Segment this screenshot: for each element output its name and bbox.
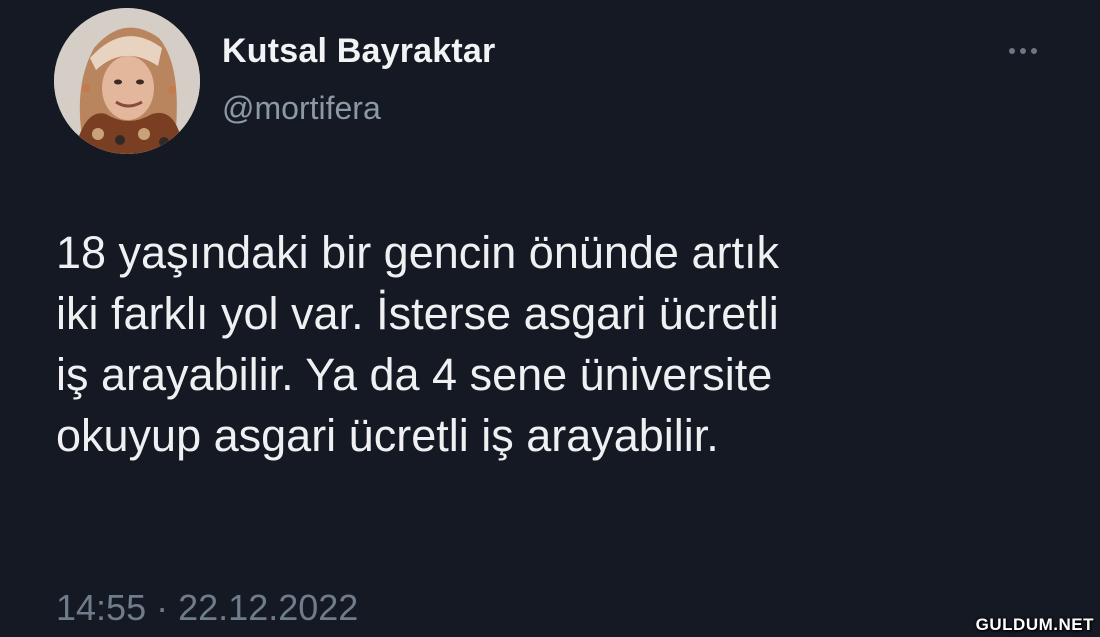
- tweet-card: Kutsal Bayraktar @mortifera 18 yaşındaki…: [0, 0, 1100, 637]
- timestamp-separator: ·: [156, 587, 169, 628]
- tweet-time: 14:55: [56, 587, 147, 628]
- profile-photo-icon: [54, 8, 200, 154]
- more-horizontal-icon: [1009, 48, 1015, 54]
- tweet-text: 18 yaşındaki bir gencin önünde artık iki…: [56, 227, 779, 461]
- watermark: GULDUM.NET: [975, 615, 1094, 634]
- author-display-name[interactable]: Kutsal Bayraktar: [222, 32, 495, 71]
- more-horizontal-icon: [1020, 48, 1026, 54]
- avatar[interactable]: [54, 8, 200, 154]
- author-handle[interactable]: @mortifera: [222, 90, 381, 127]
- more-horizontal-icon: [1031, 48, 1037, 54]
- tweet-date: 22.12.2022: [178, 587, 359, 628]
- more-options-button[interactable]: [998, 36, 1048, 66]
- tweet-timestamp[interactable]: 14:55 · 22.12.2022: [56, 587, 358, 629]
